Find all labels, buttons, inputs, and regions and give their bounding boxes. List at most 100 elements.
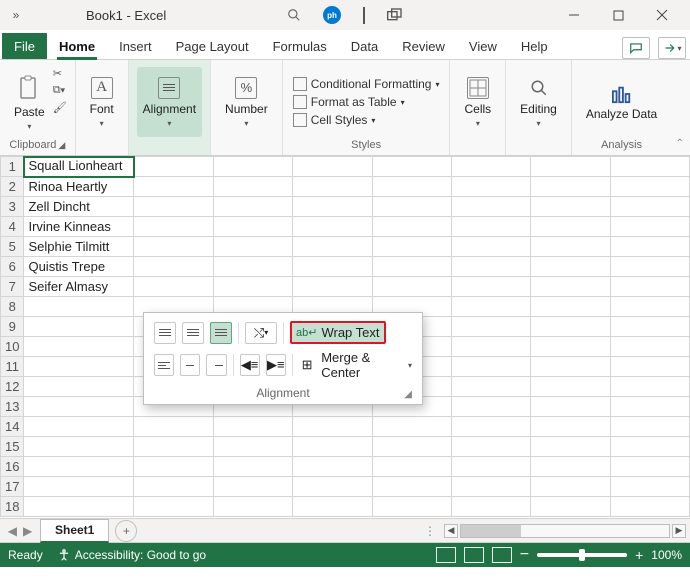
row-header[interactable]: 2 — [1, 177, 24, 197]
format-painter-icon[interactable]: 🖌 — [53, 101, 67, 114]
status-ready: Ready — [8, 548, 43, 562]
cut-icon[interactable]: ✂ — [53, 67, 67, 80]
ribbon-group-styles: Conditional Formatting▾ Format as Table▾… — [283, 60, 451, 155]
switch-windows-icon[interactable] — [387, 8, 403, 22]
alignment-button[interactable]: Alignment ▾ — [137, 67, 202, 137]
wrap-text-button[interactable]: ab↵ Wrap Text — [290, 321, 386, 344]
accessibility-status[interactable]: Accessibility: Good to go — [57, 548, 206, 562]
row-header[interactable]: 6 — [1, 257, 24, 277]
share-button[interactable]: ▾ — [658, 37, 686, 59]
align-left-button[interactable] — [154, 354, 174, 376]
cells-button[interactable]: Cells ▾ — [458, 67, 497, 137]
align-top-button[interactable] — [154, 322, 176, 344]
cell-a1[interactable]: Squall Lionheart — [24, 157, 134, 177]
align-middle-button[interactable] — [182, 322, 204, 344]
zoom-slider[interactable] — [537, 553, 627, 557]
collapse-ribbon-icon[interactable]: ⌃ — [676, 138, 684, 149]
row-header[interactable]: 9 — [1, 317, 24, 337]
conditional-formatting-button[interactable]: Conditional Formatting▾ — [291, 76, 442, 92]
minimize-button[interactable] — [552, 0, 596, 30]
dialog-launcher-icon[interactable]: ◢ — [404, 389, 412, 400]
row-header[interactable]: 14 — [1, 417, 24, 437]
new-sheet-button[interactable]: + — [115, 520, 137, 542]
row-header[interactable]: 1 — [1, 157, 24, 177]
cell-a7[interactable]: Seifer Almasy — [24, 277, 134, 297]
ribbon: Paste ▾ ✂ ⧉▾ 🖌 Clipboard◢ A Font ▾ Align… — [0, 60, 690, 156]
tab-help[interactable]: Help — [509, 33, 560, 59]
ribbon-group-clipboard: Paste ▾ ✂ ⧉▾ 🖌 Clipboard◢ — [0, 60, 76, 155]
format-as-table-button[interactable]: Format as Table▾ — [291, 94, 442, 110]
row-header[interactable]: 11 — [1, 357, 24, 377]
cell-styles-button[interactable]: Cell Styles▾ — [291, 112, 442, 128]
premium-icon[interactable] — [363, 8, 365, 23]
number-button[interactable]: % Number ▾ — [219, 67, 274, 137]
cell-a3[interactable]: Zell Dincht — [24, 197, 134, 217]
analyze-data-button[interactable]: Analyze Data — [580, 67, 663, 137]
tab-data[interactable]: Data — [339, 33, 390, 59]
cell-a6[interactable]: Quistis Trepe — [24, 257, 134, 277]
row-header[interactable]: 10 — [1, 337, 24, 357]
row-header[interactable]: 17 — [1, 477, 24, 497]
page-break-view-button[interactable] — [492, 547, 512, 563]
row-header[interactable]: 5 — [1, 237, 24, 257]
page-layout-view-button[interactable] — [464, 547, 484, 563]
row-header[interactable]: 12 — [1, 377, 24, 397]
align-bottom-button[interactable] — [210, 322, 232, 344]
sheet-nav-next-icon[interactable]: ▶ — [23, 524, 32, 538]
row-header[interactable]: 16 — [1, 457, 24, 477]
sheet-nav-prev-icon[interactable]: ◀ — [8, 524, 17, 538]
quick-access-more-icon[interactable]: » — [6, 8, 26, 22]
scroll-grip-icon[interactable]: ⋮ — [424, 524, 436, 538]
horizontal-scrollbar[interactable] — [460, 524, 670, 538]
paste-button[interactable]: Paste ▾ — [8, 67, 51, 137]
merge-center-button[interactable]: Merge & Center▾ — [321, 350, 412, 380]
zoom-level[interactable]: 100% — [651, 548, 682, 562]
tab-home[interactable]: Home — [47, 33, 107, 59]
popup-group-title: Alignment — [256, 386, 309, 400]
zoom-in-button[interactable]: + — [635, 547, 643, 563]
font-button[interactable]: A Font ▾ — [84, 67, 120, 137]
account-icon[interactable]: ph — [323, 6, 341, 24]
orientation-button[interactable]: ⤭▾ — [245, 322, 277, 344]
tab-page-layout[interactable]: Page Layout — [164, 33, 261, 59]
cell-a4[interactable]: Irvine Kinneas — [24, 217, 134, 237]
normal-view-button[interactable] — [436, 547, 456, 563]
ribbon-tabs: File Home Insert Page Layout Formulas Da… — [0, 30, 690, 60]
dialog-launcher-icon[interactable]: ◢ — [58, 140, 65, 151]
scroll-right-button[interactable]: ▶ — [672, 524, 686, 538]
editing-button[interactable]: Editing ▾ — [514, 67, 563, 137]
increase-indent-button[interactable]: ▶≡ — [266, 354, 286, 376]
row-header[interactable]: 8 — [1, 297, 24, 317]
row-header[interactable]: 18 — [1, 497, 24, 517]
tab-review[interactable]: Review — [390, 33, 457, 59]
maximize-button[interactable] — [596, 0, 640, 30]
row-header[interactable]: 15 — [1, 437, 24, 457]
tab-file[interactable]: File — [2, 33, 47, 59]
align-right-button[interactable] — [206, 354, 226, 376]
wrap-text-label: Wrap Text — [321, 325, 379, 340]
scroll-left-button[interactable]: ◀ — [444, 524, 458, 538]
cell-a5[interactable]: Selphie Tilmitt — [24, 237, 134, 257]
tab-view[interactable]: View — [457, 33, 509, 59]
ribbon-group-analysis: Analyze Data Analysis — [572, 60, 671, 155]
align-center-button[interactable] — [180, 354, 200, 376]
sheet-tab[interactable]: Sheet1 — [40, 519, 109, 543]
worksheet-grid[interactable]: 1Squall Lionheart 2Rinoa Heartly 3Zell D… — [0, 156, 690, 519]
copy-icon[interactable]: ⧉▾ — [53, 84, 67, 97]
tab-formulas[interactable]: Formulas — [261, 33, 339, 59]
status-bar: Ready Accessibility: Good to go − + 100% — [0, 543, 690, 567]
cell-a2[interactable]: Rinoa Heartly — [24, 177, 134, 197]
zoom-out-button[interactable]: − — [520, 546, 529, 564]
row-header[interactable]: 3 — [1, 197, 24, 217]
row-header[interactable]: 4 — [1, 217, 24, 237]
tab-insert[interactable]: Insert — [107, 33, 164, 59]
ribbon-group-alignment: Alignment ▾ — [129, 60, 211, 155]
row-header[interactable]: 7 — [1, 277, 24, 297]
ribbon-group-cells: Cells ▾ — [450, 60, 506, 155]
search-icon[interactable] — [287, 8, 301, 22]
close-button[interactable] — [640, 0, 684, 30]
row-header[interactable]: 13 — [1, 397, 24, 417]
decrease-indent-button[interactable]: ◀≡ — [240, 354, 260, 376]
comments-button[interactable] — [622, 37, 650, 59]
title-bar: » Book1 - Excel ph — [0, 0, 690, 30]
